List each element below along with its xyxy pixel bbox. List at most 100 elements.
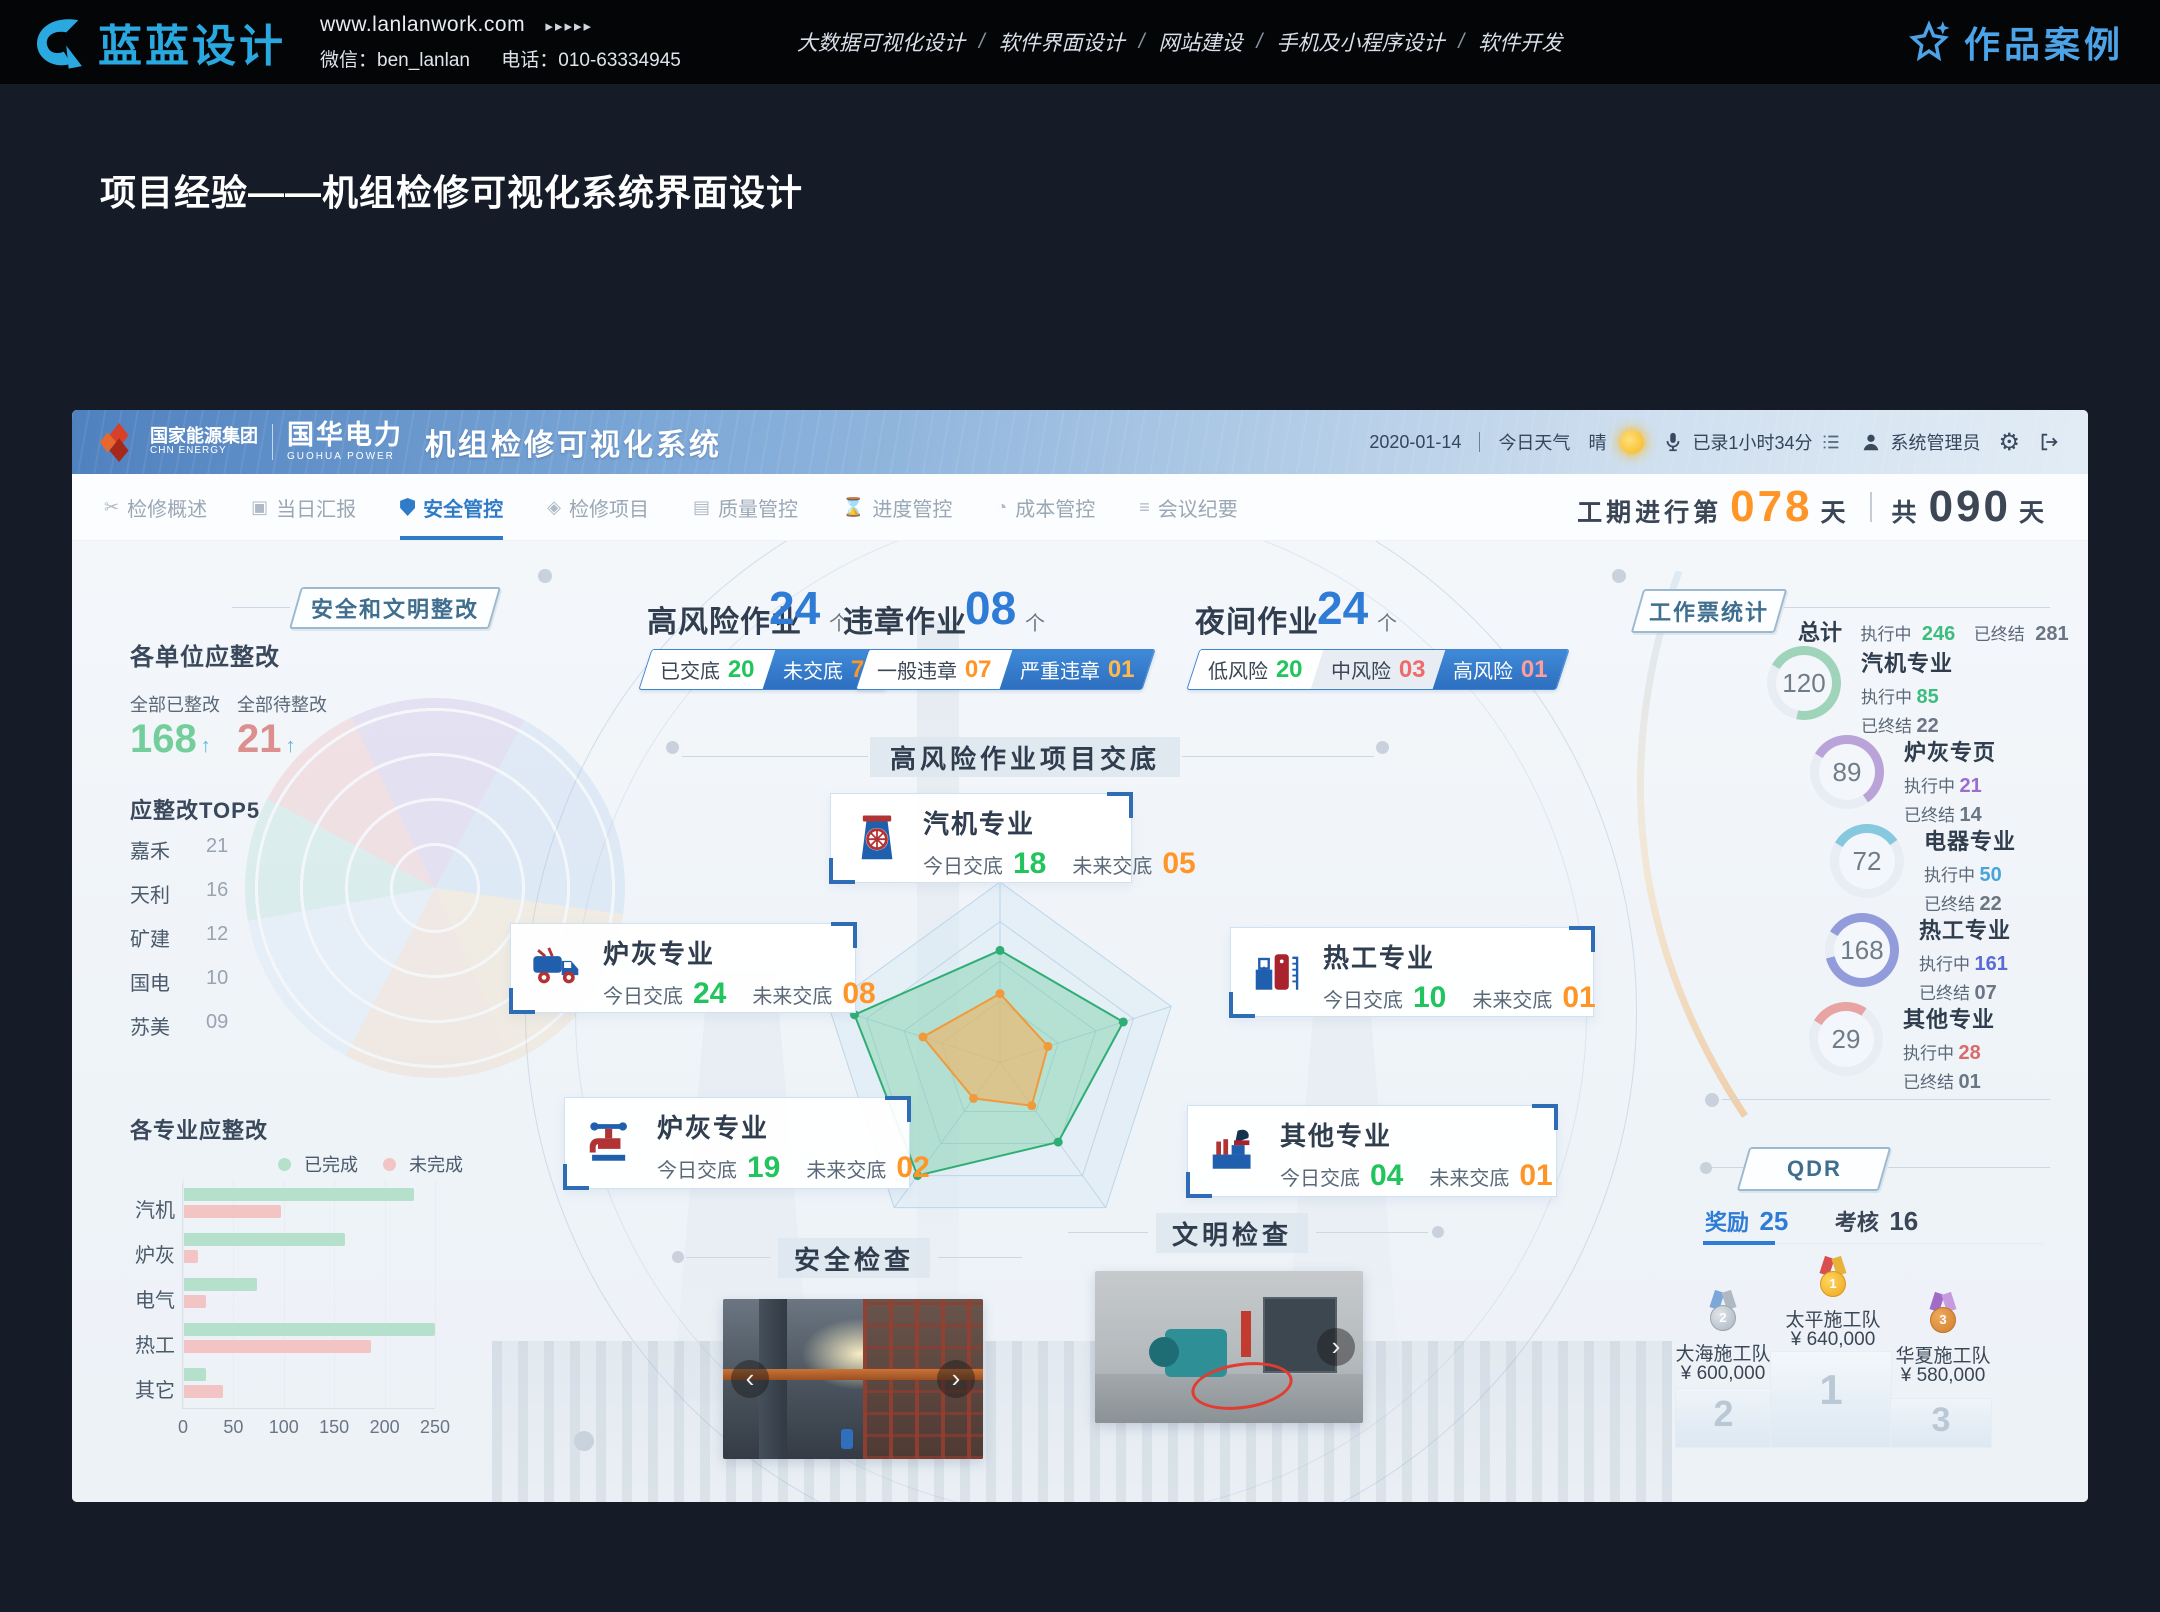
node-dot <box>1705 1093 1719 1107</box>
user-menu[interactable]: 系统管理员 <box>1860 429 1980 455</box>
ticket-row: 热工专业 执行中 161 已终结 07 <box>1919 913 2011 1005</box>
portfolio-link[interactable]: 作品案例 <box>1906 16 2124 68</box>
node-dot <box>1432 1226 1444 1238</box>
settings-gear-icon[interactable]: ⚙ <box>1998 428 2020 457</box>
tab-daily-report-icon: ▣ <box>251 497 268 518</box>
bar-已完成 <box>184 1323 435 1336</box>
team-name: 太平施工队 <box>1773 1305 1893 1332</box>
tab-meeting-minutes-icon: ≡ <box>1139 497 1150 518</box>
wechat-label: 微信：ben_lanlan <box>320 50 470 71</box>
node-dot <box>672 1251 684 1263</box>
bar-category-label: 炉灰 <box>127 1239 175 1268</box>
company-name: 国华电力 GUOHUA POWER <box>287 422 403 462</box>
assessment-count: 16 <box>1889 1206 1918 1236</box>
high-risk-value: 24 <box>769 585 820 631</box>
violation-status-badge: 一般违章07 严重违章01 <box>855 649 1156 690</box>
nav-item-bigdata[interactable]: 大数据可视化设计 <box>797 27 965 57</box>
top5-item-value: 09 <box>206 1011 228 1034</box>
bar-已完成 <box>184 1278 257 1291</box>
brand-name[interactable]: 蓝蓝设计 <box>98 10 286 74</box>
card-title: 热工专业 <box>1323 938 1622 975</box>
tab-cost-control[interactable]: ◔成本管控 <box>996 474 1095 540</box>
tab-daily-report[interactable]: ▣当日汇报 <box>251 474 356 540</box>
nav-item-software-ui[interactable]: 软件界面设计 <box>999 27 1125 57</box>
donut-electrical: 72 <box>1830 824 1904 898</box>
logout-icon[interactable] <box>2038 431 2060 453</box>
safety-check-photo: ‹ › <box>723 1299 983 1459</box>
donut-ash: 89 <box>1810 735 1884 809</box>
top5-item-value: 21 <box>206 835 228 858</box>
qdr-badge: QDR <box>1737 1147 1892 1191</box>
thermal-spec-card: 热工专业 今日交底10未来交底01 <box>1230 927 1594 1017</box>
sparkle-star-icon <box>1906 19 1952 65</box>
work-ticket-badge: 工作票统计 <box>1631 589 1788 633</box>
plant-building-silhouette <box>492 1341 1672 1502</box>
top5-item-name: 国电 <box>130 967 170 996</box>
tab-assessment[interactable]: 考核 <box>1835 1210 1879 1235</box>
top5-item-value: 12 <box>206 923 228 946</box>
contact-block: www.lanlanwork.com ▸▸▸▸▸ 微信：ben_lanlan 电… <box>320 13 707 72</box>
bar-未完成 <box>184 1295 206 1308</box>
record-list-icon[interactable] <box>1820 431 1842 453</box>
record-status[interactable]: 已录1小时34分 <box>1662 429 1842 455</box>
brand-logo[interactable]: 蓝蓝设计 <box>30 10 286 74</box>
card-title: 炉灰专业 <box>657 1108 956 1145</box>
silver-medal-icon: 2 <box>1701 1291 1745 1331</box>
tab-safety-control[interactable]: 安全管控 <box>400 474 503 540</box>
ash-truck-spec-card: 炉灰专业 今日交底24未来交底08 <box>510 923 856 1013</box>
website-link[interactable]: www.lanlanwork.com <box>320 13 525 36</box>
violation-value: 08 <box>965 585 1016 631</box>
dashboard-screenshot: 国家能源集团 CHN ENERGY 国华电力 GUOHUA POWER 机组检修… <box>72 410 2088 1502</box>
tab-maintenance-items[interactable]: ◈检修项目 <box>547 474 649 540</box>
donut-thermal: 168 <box>1825 913 1899 987</box>
duration-divider <box>1870 492 1872 522</box>
nav-item-website[interactable]: 网站建设 <box>1159 27 1243 57</box>
qdr-active-tab-underline <box>1703 1241 1775 1245</box>
group-name: 国家能源集团 CHN ENERGY <box>150 427 258 456</box>
banner-connector-line <box>682 756 868 757</box>
bar-category-label: 电气 <box>127 1284 175 1313</box>
node-dot <box>666 741 679 754</box>
gold-medal-icon: 1 <box>1811 1257 1855 1297</box>
nav-item-mobile[interactable]: 手机及小程序设计 <box>1276 27 1444 57</box>
tab-progress-control[interactable]: ⌛进度管控 <box>842 474 952 540</box>
nav-separator: / <box>979 30 985 54</box>
site-header: 蓝蓝设计 www.lanlanwork.com ▸▸▸▸▸ 微信：ben_lan… <box>0 0 2160 84</box>
done-label: 全部已整改 <box>130 691 220 717</box>
carousel-prev-button[interactable]: ‹ <box>731 1360 769 1398</box>
nav-item-dev[interactable]: 软件开发 <box>1478 27 1562 57</box>
node-dot <box>1612 569 1626 583</box>
violation-title: 违章作业 <box>843 597 967 641</box>
tab-overview[interactable]: ✂检修概述 <box>104 474 207 540</box>
turbine-spec-card: 汽机专业 今日交底18未来交底05 <box>830 793 1132 883</box>
unit-label: 个 <box>1377 607 1397 636</box>
bar-已完成 <box>184 1233 345 1246</box>
phone-label: 电话：010-63334945 <box>501 50 681 71</box>
node-dot <box>1376 741 1389 754</box>
node-dot <box>538 569 552 583</box>
up-arrow-icon: ↑ <box>286 735 296 757</box>
todo-label: 全部待整改 <box>237 691 327 717</box>
banner-connector-line <box>686 1257 770 1258</box>
team-amount: ¥ 580,000 <box>1883 1365 2003 1387</box>
bar-已完成 <box>184 1368 206 1381</box>
weather-label: 今日天气 <box>1498 429 1570 455</box>
carousel-next-button[interactable]: › <box>1317 1328 1355 1366</box>
bar-legend: 已完成 未完成 <box>278 1151 463 1177</box>
reward-count: 25 <box>1759 1206 1788 1236</box>
bar-已完成 <box>184 1188 414 1201</box>
rectify-bar-chart: 050100150200250汽机炉灰电气热工其它 <box>182 1183 435 1409</box>
portfolio-label[interactable]: 作品案例 <box>1964 16 2124 68</box>
other-spec-card: 其他专业 今日交底04未来交底01 <box>1187 1105 1557 1197</box>
carousel-next-button[interactable]: › <box>937 1360 975 1398</box>
top5-item-name: 苏美 <box>130 1011 170 1040</box>
turbine-icon <box>851 812 903 864</box>
banner-connector-line <box>1316 1232 1428 1233</box>
other-factory-icon <box>1208 1125 1260 1177</box>
tab-progress-control-icon: ⌛ <box>842 497 864 518</box>
tab-quality-control[interactable]: ▤质量管控 <box>693 474 798 540</box>
tab-reward[interactable]: 奖励 <box>1705 1210 1749 1235</box>
tab-meeting-minutes[interactable]: ≡会议纪要 <box>1139 474 1238 540</box>
tab-maintenance-items-icon: ◈ <box>547 497 561 518</box>
bar-未完成 <box>184 1250 198 1263</box>
